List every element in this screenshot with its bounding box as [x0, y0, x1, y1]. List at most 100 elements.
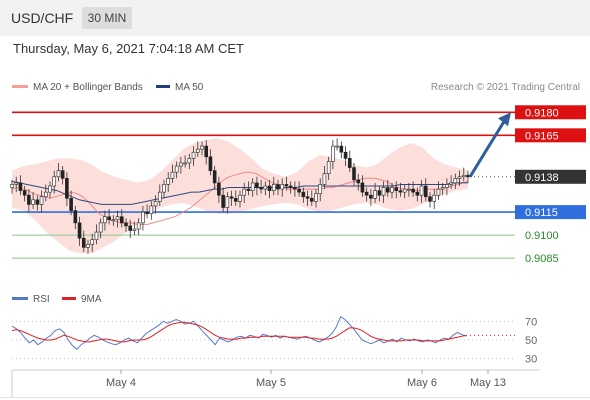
- candle-body: [360, 182, 365, 193]
- candle-body: [221, 194, 225, 208]
- candle-body: [352, 167, 356, 181]
- candle-body: [390, 187, 394, 193]
- candle-body: [318, 184, 323, 194]
- candle-body: [428, 196, 432, 202]
- legend-swatch-ma50: [156, 85, 170, 88]
- candle-body: [90, 239, 95, 245]
- candle-body: [411, 188, 415, 193]
- legend-label-ma20: MA 20 + Bollinger Bands: [33, 82, 143, 93]
- candle-body: [94, 231, 99, 241]
- candle-body: [86, 244, 90, 248]
- candle-body: [111, 219, 116, 222]
- candle-body: [56, 170, 61, 178]
- candle-body: [335, 145, 339, 148]
- x-tick-label: May 13: [470, 377, 506, 389]
- candle-body: [35, 199, 40, 205]
- candle-body: [377, 190, 382, 196]
- candle-body: [301, 191, 306, 198]
- candle-body: [293, 187, 297, 190]
- level-label-0.9085: 0.9085: [525, 253, 559, 265]
- candle-body: [297, 188, 301, 193]
- x-tick-label: May 6: [407, 377, 437, 389]
- candle-body: [233, 197, 238, 202]
- rsi-tick-30: 30: [525, 354, 537, 366]
- candle-body: [27, 194, 31, 205]
- candle-body: [343, 151, 348, 159]
- candle-body: [381, 187, 386, 196]
- candle-body: [31, 199, 35, 205]
- credit-label: Research © 2021 Trading Central: [431, 82, 580, 93]
- candle-body: [271, 184, 276, 191]
- candle-body: [284, 184, 289, 187]
- candle-body: [60, 170, 65, 179]
- candle-body: [145, 211, 149, 214]
- price-chart: MA 20 + Bollinger Bands MA 50 Research © 2…: [10, 82, 586, 397]
- candle-body: [77, 222, 82, 239]
- candle-body: [124, 222, 128, 227]
- candle-body: [115, 216, 120, 221]
- candle-body: [398, 190, 403, 193]
- candle-body: [305, 196, 310, 199]
- candle-body: [259, 187, 263, 190]
- candle-body: [174, 165, 179, 173]
- rsi-ma-line: [11, 321, 467, 343]
- candle-body: [132, 228, 137, 231]
- candle-body: [423, 185, 428, 198]
- level-label-0.9180: 0.9180: [525, 107, 559, 119]
- candle-body: [331, 145, 335, 162]
- candle-body: [153, 201, 158, 207]
- candle-body: [43, 191, 48, 198]
- candle-body: [242, 188, 247, 196]
- legend-label-rsi: RSI: [33, 294, 50, 305]
- candle-body: [419, 185, 424, 196]
- candle-body: [229, 196, 234, 199]
- candle-body: [204, 145, 209, 158]
- candle-body: [179, 162, 183, 167]
- rsi-tick-50: 50: [525, 335, 537, 347]
- candle-body: [356, 179, 361, 184]
- candle-body: [457, 176, 462, 179]
- candle-body: [326, 161, 331, 175]
- candle-body: [119, 216, 124, 224]
- candle-body: [250, 182, 255, 191]
- candle-body: [170, 171, 175, 179]
- candle-body: [217, 182, 221, 196]
- candle-body: [373, 190, 377, 199]
- candle-body: [52, 176, 57, 187]
- candle-body: [436, 188, 441, 196]
- candle-body: [65, 178, 69, 199]
- rsi-tick-70: 70: [525, 316, 537, 328]
- candle-body: [14, 182, 19, 185]
- candle-body: [432, 194, 437, 202]
- candle-body: [322, 173, 327, 185]
- candle-body: [73, 210, 78, 224]
- candle-body: [394, 187, 399, 191]
- candle-body: [309, 197, 314, 202]
- candle-body: [103, 216, 107, 224]
- candle-body: [10, 184, 14, 188]
- candle-body: [48, 185, 52, 193]
- candle-body: [314, 193, 318, 202]
- candle-body: [81, 237, 86, 248]
- level-label-0.9100: 0.9100: [525, 230, 559, 242]
- candle-body: [22, 190, 27, 196]
- candle-body: [461, 174, 466, 178]
- candle-body: [339, 145, 344, 153]
- candle-body: [267, 185, 272, 191]
- candle-body: [347, 158, 352, 168]
- forecast-arrow-shaft: [468, 117, 508, 178]
- candle-body: [407, 188, 411, 191]
- candle-body: [149, 205, 154, 214]
- legend-label-9ma: 9MA: [81, 294, 102, 305]
- candle-body: [255, 182, 259, 188]
- legend-swatch-ma20: [12, 85, 28, 88]
- level-label-0.9138: 0.9138: [525, 172, 559, 184]
- candle-body: [212, 170, 217, 184]
- candle-body: [225, 196, 230, 208]
- forecast-arrow-head: [498, 112, 511, 127]
- candle-body: [208, 156, 213, 171]
- candle-body: [157, 191, 162, 202]
- legend-swatch-rsi: [12, 297, 28, 300]
- candle-body: [187, 158, 192, 164]
- candle-body: [445, 184, 449, 188]
